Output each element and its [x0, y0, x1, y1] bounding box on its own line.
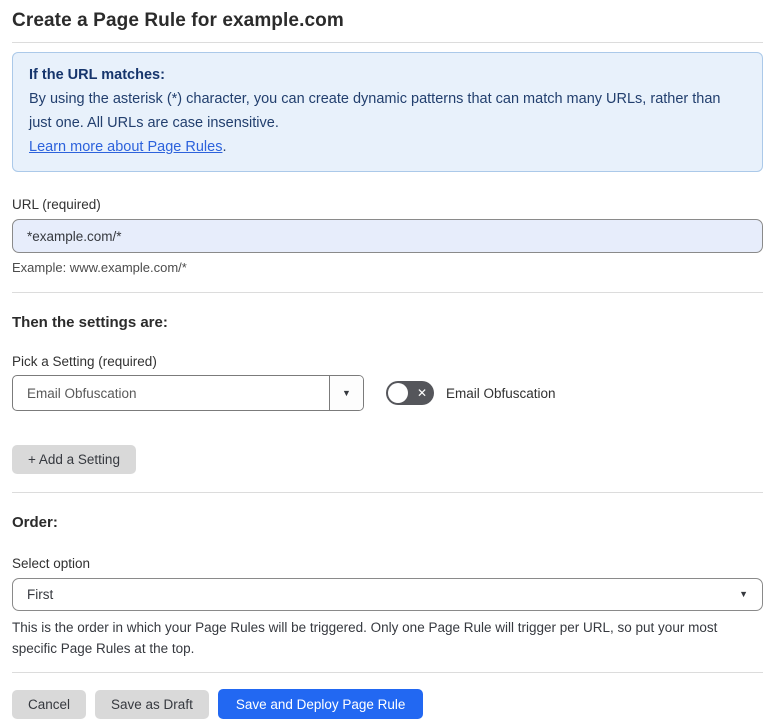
email-obfuscation-toggle[interactable]: ✕	[386, 381, 434, 405]
url-match-info-box: If the URL matches: By using the asteris…	[12, 52, 763, 172]
footer-divider	[12, 672, 763, 673]
email-obfuscation-toggle-group: ✕ Email Obfuscation	[386, 381, 556, 405]
title-divider	[12, 42, 763, 43]
page-title: Create a Page Rule for example.com	[12, 10, 344, 31]
save-and-deploy-button[interactable]: Save and Deploy Page Rule	[217, 689, 424, 719]
order-select[interactable]: First ▼	[12, 578, 763, 611]
order-help-text: This is the order in which your Page Rul…	[12, 620, 718, 656]
setting-select-value: Email Obfuscation	[27, 385, 137, 401]
setting-select-arrow-button[interactable]: ▼	[329, 376, 363, 410]
link-suffix-period: .	[222, 139, 227, 155]
url-example-text: Example: www.example.com/*	[12, 260, 187, 275]
chevron-down-icon: ▼	[342, 387, 351, 398]
chevron-down-icon: ▼	[739, 589, 748, 599]
create-page-rule-form: Create a Page Rule for example.com If th…	[0, 10, 775, 719]
url-label: URL (required)	[12, 197, 101, 212]
toggle-label: Email Obfuscation	[446, 385, 556, 401]
learn-more-page-rules-link[interactable]: Learn more about Page Rules	[29, 139, 222, 155]
footer-actions: Cancel Save as Draft Save and Deploy Pag…	[12, 689, 763, 719]
setting-select[interactable]: Email Obfuscation ▼	[12, 375, 364, 411]
setting-row: Email Obfuscation ▼ ✕ Email Obfuscation	[12, 375, 763, 411]
cancel-button[interactable]: Cancel	[12, 689, 87, 719]
info-box-heading: If the URL matches:	[29, 67, 165, 83]
toggle-off-x-icon: ✕	[416, 386, 427, 400]
order-select-value: First	[27, 587, 54, 602]
pick-setting-label: Pick a Setting (required)	[12, 354, 157, 369]
info-box-body: By using the asterisk (*) character, you…	[29, 91, 721, 131]
section-divider	[12, 292, 763, 293]
order-section-heading: Order:	[12, 514, 58, 531]
select-option-label: Select option	[12, 556, 91, 571]
toggle-knob	[388, 383, 408, 403]
add-setting-button[interactable]: + Add a Setting	[12, 445, 136, 474]
url-input[interactable]	[12, 219, 763, 253]
save-as-draft-button[interactable]: Save as Draft	[95, 689, 209, 719]
info-box-link-line: Learn more about Page Rules.	[29, 135, 746, 159]
section-divider	[12, 492, 763, 493]
settings-section-heading: Then the settings are:	[12, 314, 168, 331]
